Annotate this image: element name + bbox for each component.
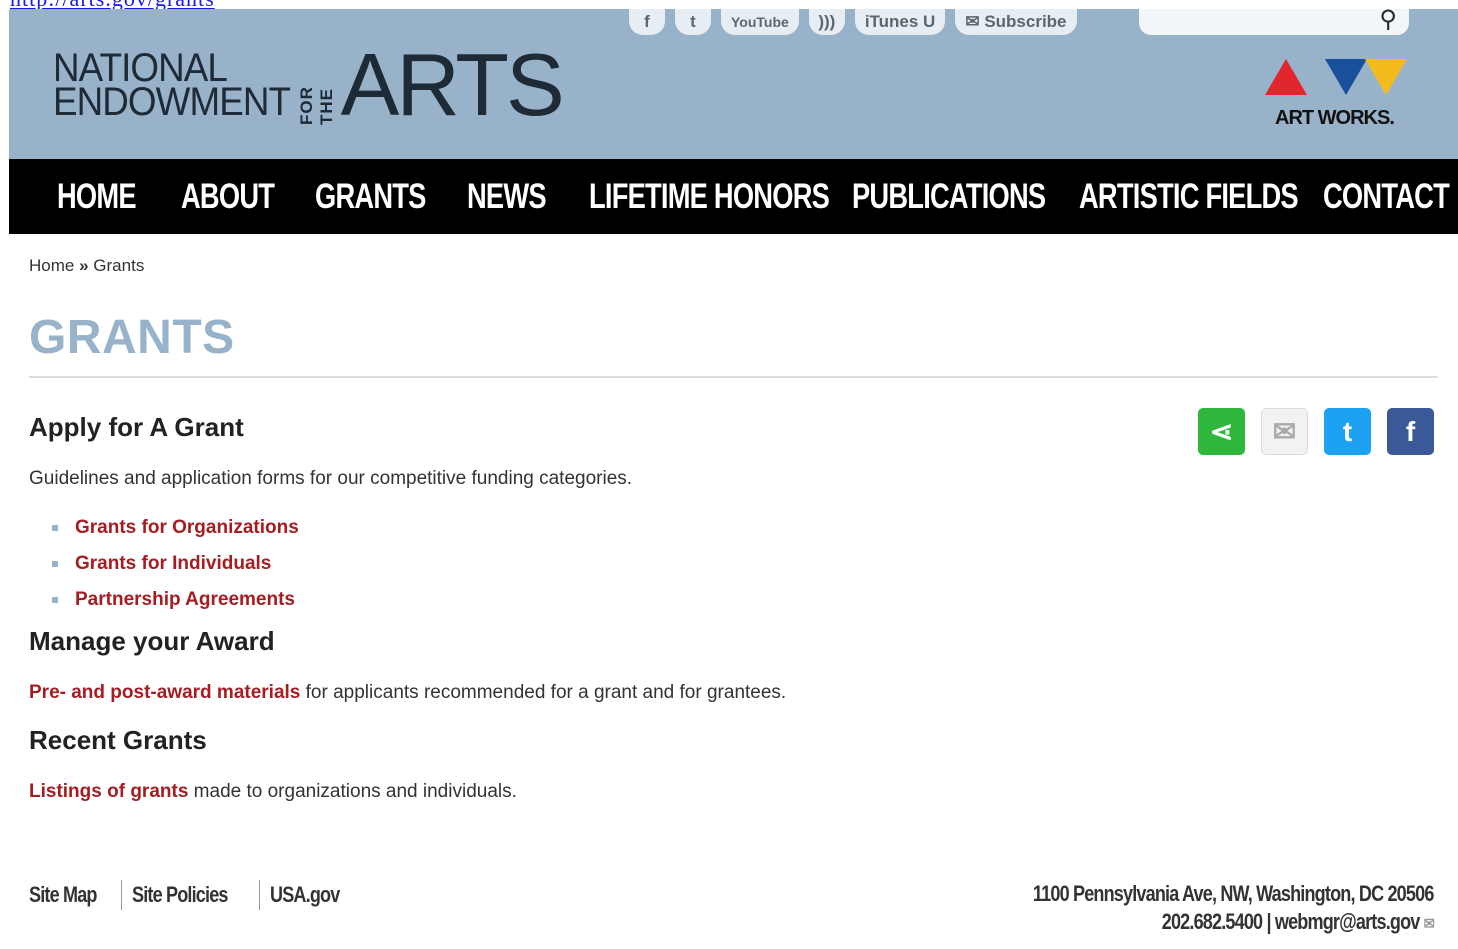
footer-divider xyxy=(121,880,123,910)
logo-arts: ARTS xyxy=(340,35,565,134)
recent-heading: Recent Grants xyxy=(29,725,207,755)
twitter-icon[interactable]: t xyxy=(675,9,711,35)
nav-news[interactable]: NEWS xyxy=(467,159,547,234)
subscribe-link[interactable]: ✉ Subscribe xyxy=(955,9,1077,35)
itunes-u-link[interactable]: iTunes U xyxy=(854,9,946,35)
grants-organizations-link[interactable]: Grants for Organizations xyxy=(75,517,299,539)
apply-links: Grants for Organizations Grants for Indi… xyxy=(52,510,299,618)
art-works-logo: ART WORKS. xyxy=(1265,59,1415,139)
breadcrumb: Home » Grants xyxy=(29,256,144,276)
nav-artistic-fields[interactable]: ARTISTIC FIELDS xyxy=(1079,159,1299,234)
footer-links: Site Map Site Policies USA.gov xyxy=(29,880,355,910)
site-policies-link[interactable]: Site Policies xyxy=(132,882,228,908)
site-map-link[interactable]: Site Map xyxy=(29,882,97,908)
page-title: GRANTS xyxy=(29,311,235,364)
share-buttons: ⋖ ✉ t f xyxy=(1198,408,1434,455)
bullet xyxy=(52,525,58,531)
site-header: f t YouTube ))) iTunes U ✉ Subscribe ⚲ N… xyxy=(9,6,1458,159)
footer-phone: 202.682.5400 xyxy=(1161,909,1263,934)
bullet xyxy=(52,597,58,603)
nav-publications[interactable]: PUBLICATIONS xyxy=(852,159,1046,234)
apply-heading: Apply for A Grant xyxy=(29,412,244,442)
grant-listings-link[interactable]: Listings of grants xyxy=(29,781,188,802)
blue-triangle-icon xyxy=(1325,59,1367,95)
list-item: Grants for Individuals xyxy=(52,546,299,582)
nea-logo[interactable]: NATIONAL ENDOWMENT FOR THE ARTS xyxy=(53,35,565,134)
mail-icon: ✉ xyxy=(1423,916,1435,933)
rss-icon[interactable]: ))) xyxy=(808,9,845,35)
list-item: Partnership Agreements xyxy=(52,582,299,618)
recent-text: made to organizations and individuals. xyxy=(188,781,517,802)
red-triangle-icon xyxy=(1265,59,1307,95)
art-works-text: ART WORKS. xyxy=(1275,107,1395,129)
partnership-agreements-link[interactable]: Partnership Agreements xyxy=(75,589,295,611)
manage-heading: Manage your Award xyxy=(29,626,275,656)
logo-for-the: FOR THE xyxy=(296,86,336,125)
title-divider xyxy=(29,376,1438,378)
yellow-triangle-icon xyxy=(1365,59,1407,95)
footer-address: 1100 Pennsylvania Ave, NW, Washington, D… xyxy=(1033,881,1434,906)
email-share-icon[interactable]: ✉ xyxy=(1261,408,1308,455)
breadcrumb-separator: » xyxy=(79,256,89,275)
list-item: Grants for Organizations xyxy=(52,510,299,546)
subscribe-label: Subscribe xyxy=(984,12,1067,31)
facebook-share-icon[interactable]: f xyxy=(1387,408,1434,455)
footer-divider xyxy=(259,880,261,910)
nav-contact[interactable]: CONTACT xyxy=(1323,159,1450,234)
share-icon[interactable]: ⋖ xyxy=(1198,408,1245,455)
breadcrumb-current: Grants xyxy=(93,256,145,275)
mail-icon: ✉ xyxy=(965,12,985,31)
twitter-share-icon[interactable]: t xyxy=(1324,408,1371,455)
breadcrumb-home[interactable]: Home xyxy=(29,256,74,275)
nav-about[interactable]: ABOUT xyxy=(181,159,275,234)
social-links: f t YouTube ))) iTunes U ✉ Subscribe xyxy=(629,9,1077,35)
youtube-icon[interactable]: YouTube xyxy=(721,9,799,35)
footer-email-link[interactable]: webmgr@arts.gov xyxy=(1275,909,1420,934)
bullet xyxy=(52,561,58,567)
nav-grants[interactable]: GRANTS xyxy=(315,159,426,234)
main-nav: HOME ABOUT GRANTS NEWS LIFETIME HONORS P… xyxy=(9,159,1458,234)
logo-words: NATIONAL ENDOWMENT xyxy=(53,48,291,124)
recent-description: Listings of grants made to organizations… xyxy=(29,781,517,803)
usa-gov-link[interactable]: USA.gov xyxy=(270,882,340,908)
nav-lifetime-honors[interactable]: LIFETIME HONORS xyxy=(589,159,830,234)
award-materials-link[interactable]: Pre- and post-award materials xyxy=(29,682,300,703)
grants-individuals-link[interactable]: Grants for Individuals xyxy=(75,553,271,575)
search-input[interactable]: ⚲ xyxy=(1139,6,1409,35)
apply-description: Guidelines and application forms for our… xyxy=(29,468,633,489)
manage-description: Pre- and post-award materials for applic… xyxy=(29,682,786,704)
manage-text: for applicants recommended for a grant a… xyxy=(300,682,787,703)
search-icon[interactable]: ⚲ xyxy=(1379,5,1397,34)
nav-home[interactable]: HOME xyxy=(57,159,137,234)
footer-contact: 1100 Pennsylvania Ave, NW, Washington, D… xyxy=(1033,881,1435,934)
logo-line2: ENDOWMENT xyxy=(53,80,291,124)
facebook-icon[interactable]: f xyxy=(629,9,665,35)
